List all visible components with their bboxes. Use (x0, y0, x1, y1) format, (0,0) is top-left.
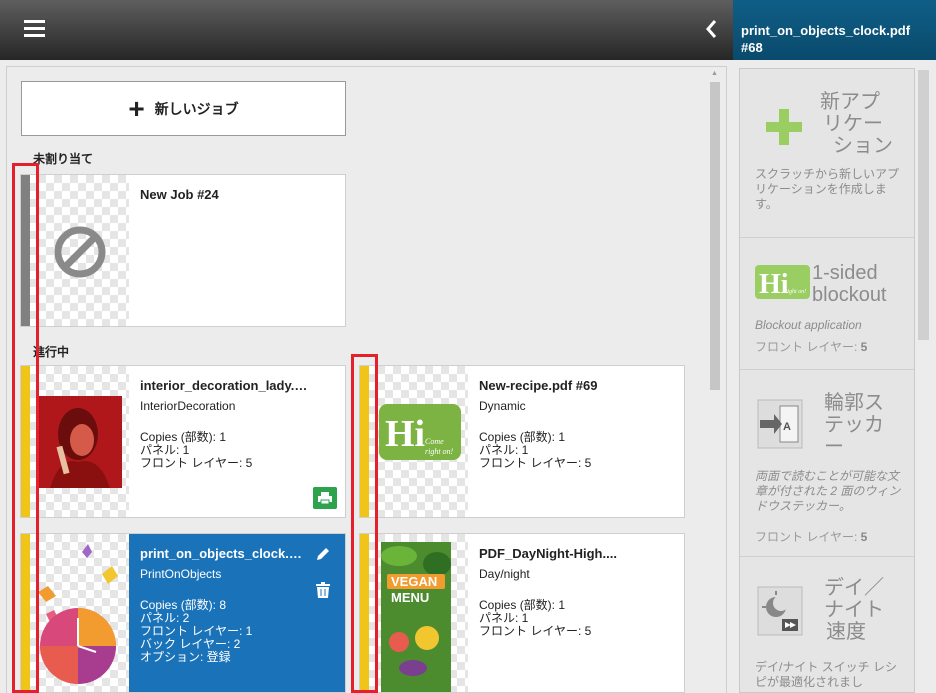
trash-icon[interactable] (316, 582, 330, 598)
job-card[interactable]: interior_decoration_lady.p... InteriorDe… (20, 365, 346, 518)
hamburger-icon[interactable] (24, 20, 45, 37)
job-title: print_on_objects_clock.pdf (741, 23, 911, 38)
tile-description: Blockout application (755, 318, 862, 332)
job-name: interior_decoration_lady.p... (140, 378, 314, 393)
scrollbar-thumb[interactable] (710, 82, 720, 390)
new-job-button[interactable]: + 新しいジョブ (21, 81, 346, 136)
job-card[interactable]: VEGAN MENU PDF_DayNight-High.... Day/nig… (359, 533, 685, 693)
tile-description: スクラッチから新しいアプリケーションを作成します。 (755, 167, 900, 211)
tile-description: 両面で読むことが可能な文章が付された 2 面のウィンドウステッカー。 (755, 469, 901, 513)
tile-title: 1-sided blockout (812, 262, 887, 306)
job-front-layers: フロント レイヤー: 5 (479, 624, 592, 638)
sticker-icon: A (757, 399, 803, 449)
svg-text:Hi: Hi (385, 413, 425, 455)
svg-text:right on!: right on! (785, 289, 806, 295)
job-app: Day/night (479, 567, 530, 581)
top-bar (0, 0, 733, 60)
svg-text:Come: Come (425, 437, 444, 446)
plus-icon: + (128, 92, 145, 124)
job-name: PDF_DayNight-High.... (479, 546, 617, 561)
butterfly-clock-icon (38, 544, 118, 684)
job-name: print_on_objects_clock.pd... (140, 546, 316, 561)
new-application-tile[interactable]: 新アプ リケー ション スクラッチから新しいアプリケーションを作成します。 (740, 69, 914, 238)
hi-logo-icon: Hi Come right on! (379, 404, 461, 460)
job-name: New Job #24 (140, 187, 219, 202)
hi-logo-icon: Hi right on! (755, 265, 810, 299)
tile-title: 新アプ リケー ション (820, 91, 893, 157)
job-front-layers: フロント レイヤー: 5 (140, 456, 253, 470)
job-info: print_on_objects_clock.pd... PrintOnObje… (129, 534, 345, 692)
tile-description: デイ/ナイト スイッチ レシピが最適化されまし (755, 660, 898, 689)
pencil-icon[interactable] (315, 546, 331, 562)
job-title-bar: print_on_objects_clock.pdf #68 (733, 0, 936, 60)
no-image-icon (54, 226, 106, 278)
job-options: オプション: 登録 (140, 650, 231, 664)
job-name: New-recipe.pdf #69 (479, 378, 598, 393)
job-app: InteriorDecoration (140, 399, 236, 413)
job-thumbnail (30, 366, 129, 517)
sidebar-scrollbar-thumb[interactable] (918, 70, 929, 340)
day-night-tile[interactable]: デイ／ ナイト 速度 デイ/ナイト スイッチ レシピが最適化されまし (740, 557, 914, 692)
scroll-up-arrow-icon[interactable]: ▲ (711, 70, 718, 77)
tile-title: 輪郭ス テッカ ー (824, 392, 884, 458)
contour-sticker-tile[interactable]: A 輪郭ス テッカ ー 両面で読むことが可能な文章が付された 2 面のウィンドウ… (740, 370, 914, 557)
job-card-selected[interactable]: print_on_objects_clock.pd... PrintOnObje… (20, 533, 346, 693)
print-icon[interactable] (313, 487, 337, 509)
job-info: New-recipe.pdf #69 Dynamic Copies (部数): … (468, 366, 684, 517)
highlight-box (12, 163, 39, 693)
job-thumbnail: Hi Come right on! (369, 366, 468, 517)
tile-front-layers: フロント レイヤー: 5 (755, 530, 868, 544)
svg-text:VEGAN: VEGAN (391, 574, 437, 589)
day-night-icon (757, 586, 803, 636)
job-thumbnail (30, 175, 129, 326)
job-card[interactable]: New Job #24 (20, 174, 346, 327)
section-unassigned: 未割り当て (33, 152, 94, 166)
tile-title: デイ／ ナイト 速度 (824, 577, 884, 643)
plus-icon (766, 109, 802, 145)
job-info: PDF_DayNight-High.... Day/night Copies (… (468, 534, 684, 692)
blockout-application-tile[interactable]: Hi right on! 1-sided blockout Blockout a… (740, 238, 914, 370)
tile-front-layers: フロント レイヤー: 5 (755, 340, 868, 354)
svg-text:right on!: right on! (425, 447, 454, 456)
svg-text:A: A (783, 421, 791, 433)
job-thumbnail: VEGAN MENU (369, 534, 468, 692)
application-sidebar: 新アプ リケー ション スクラッチから新しいアプリケーションを作成します。 Hi… (739, 68, 915, 693)
job-front-layers: フロント レイヤー: 5 (479, 456, 592, 470)
svg-text:MENU: MENU (391, 590, 429, 605)
chevron-left-icon[interactable] (702, 14, 720, 44)
vegan-menu-icon: VEGAN MENU (381, 542, 451, 692)
job-card[interactable]: Hi Come right on! New-recipe.pdf #69 Dyn… (359, 365, 685, 518)
job-thumbnail (30, 534, 129, 692)
highlight-box (351, 354, 378, 693)
job-info: New Job #24 (129, 175, 345, 326)
job-app: Dynamic (479, 399, 526, 413)
job-number: #68 (741, 40, 763, 55)
lady-photo-icon (38, 396, 122, 488)
new-job-label: 新しいジョブ (154, 100, 239, 117)
job-app: PrintOnObjects (140, 567, 222, 581)
